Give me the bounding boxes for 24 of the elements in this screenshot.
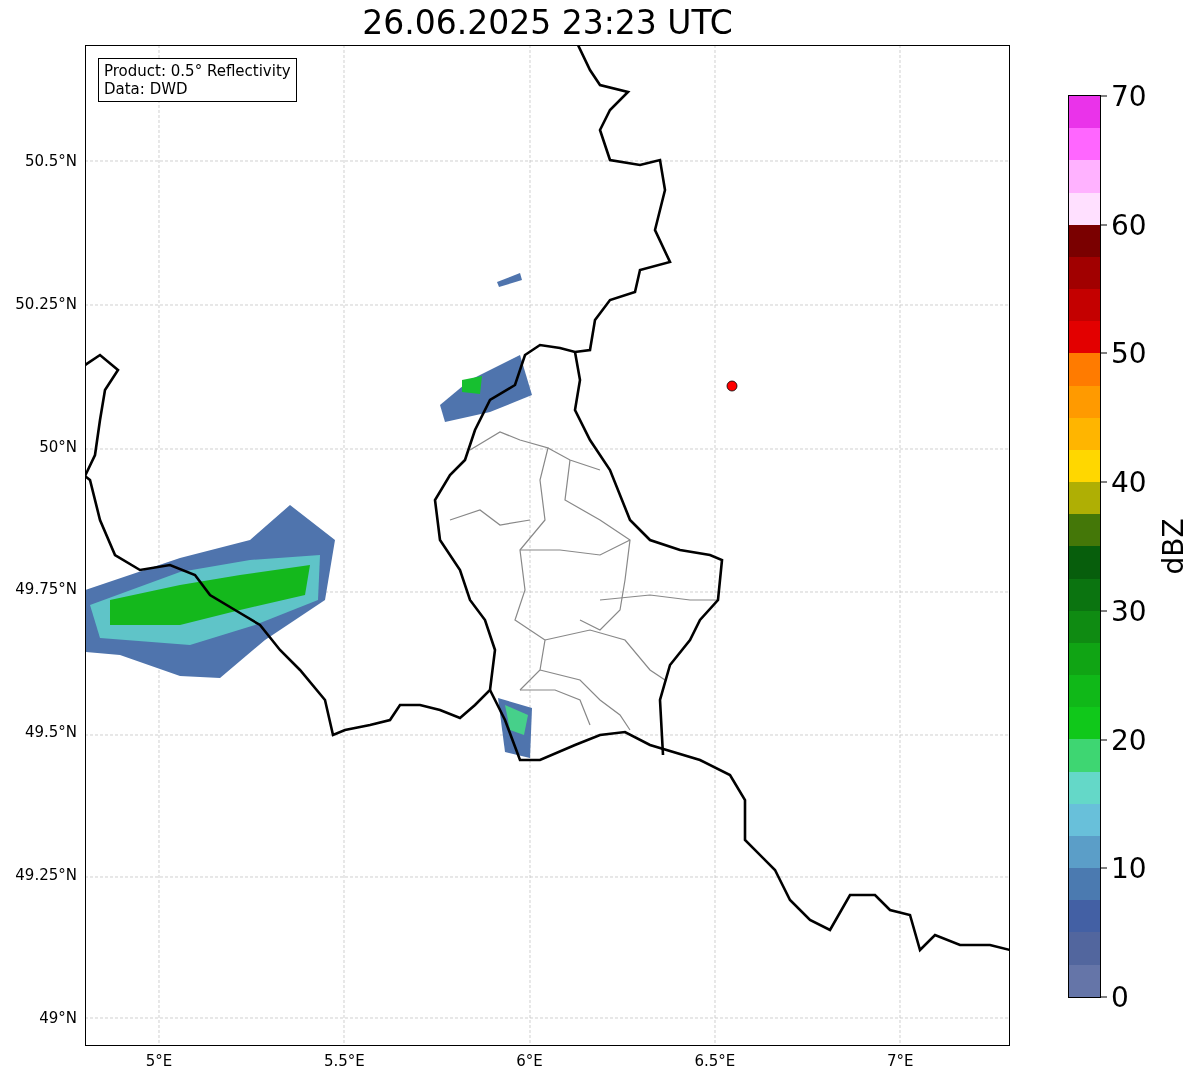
latitude-label: 50°N bbox=[39, 437, 77, 456]
colorbar-tick-label: 0 bbox=[1101, 980, 1129, 1014]
colorbar-tick-label: 50 bbox=[1101, 336, 1147, 370]
latitude-label: 49.5°N bbox=[24, 723, 77, 742]
colorbar-tick-label: 40 bbox=[1101, 465, 1147, 499]
latitude-label: 50.25°N bbox=[15, 294, 77, 313]
longitude-label: 7°E bbox=[886, 1052, 914, 1070]
info-line: Product: 0.5° Reflectivity bbox=[104, 62, 291, 80]
latitude-label: 49.25°N bbox=[15, 866, 77, 884]
colorbar-tick-label: 10 bbox=[1101, 851, 1147, 885]
chart-title: 26.06.2025 23:23 UTC bbox=[362, 3, 733, 42]
info-line: Data: DWD bbox=[104, 80, 189, 98]
colorbar-tick-label: 20 bbox=[1101, 723, 1147, 757]
colorbar-label: dBZ bbox=[1156, 518, 1190, 575]
longitude-label: 5.5°E bbox=[323, 1052, 365, 1070]
latitude-label: 49°N bbox=[39, 1008, 77, 1027]
colorbar-tick-label: 70 bbox=[1101, 79, 1147, 113]
longitude-label: 6.5°E bbox=[694, 1052, 736, 1070]
colorbar-tick-label: 60 bbox=[1101, 208, 1147, 242]
latitude-label: 50.5°N bbox=[24, 152, 77, 170]
longitude-label: 6°E bbox=[516, 1052, 543, 1070]
colorbar-tick-label: 30 bbox=[1101, 594, 1147, 628]
latitude-label: 49.75°N bbox=[15, 580, 77, 599]
longitude-label: 5°E bbox=[145, 1052, 173, 1070]
